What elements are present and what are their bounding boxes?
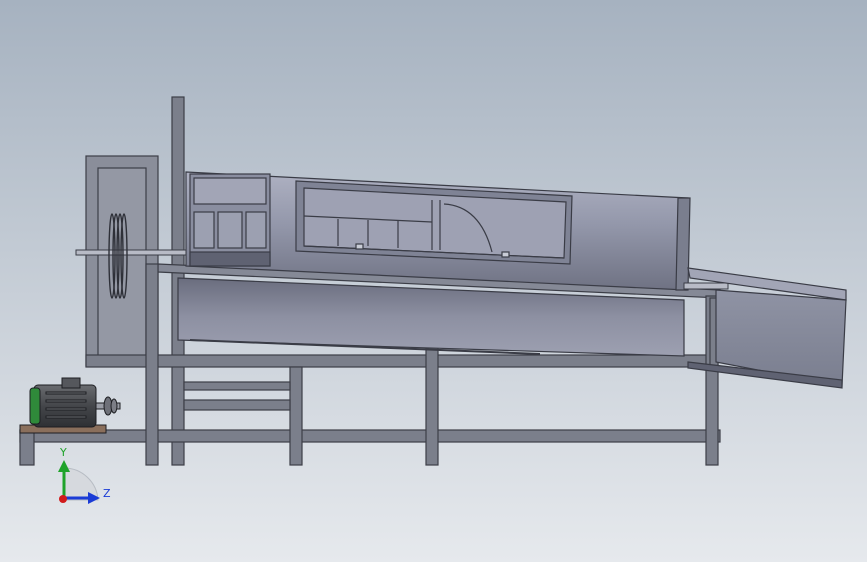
motor-housing [33, 384, 97, 428]
rear-shaft-end [683, 282, 729, 290]
window-latch-2 [501, 251, 510, 258]
feed-hopper-pane-3 [245, 211, 267, 249]
feed-hopper-pane-2 [217, 211, 243, 249]
cad-viewport[interactable]: Y Z [0, 0, 867, 562]
motor-fin-4 [45, 415, 87, 419]
rotary-drum [177, 171, 691, 357]
feed-hopper-base [189, 251, 271, 267]
frame-leg-1 [145, 263, 159, 466]
motor-terminal-box [61, 377, 81, 389]
ladder-rail [183, 381, 291, 391]
drum-end-ring [675, 197, 691, 291]
feed-hopper-pane-1 [193, 211, 215, 249]
motor-pulley-2 [110, 398, 118, 414]
frame-leg-2 [289, 366, 303, 466]
main-shaft [75, 249, 187, 256]
ladder-step [183, 399, 291, 411]
y-axis-label: Y [59, 446, 67, 459]
model-canvas[interactable]: Y Z [0, 0, 867, 562]
window-latch-1 [355, 243, 364, 250]
motor-fin-2 [45, 399, 87, 403]
lower-rail [19, 429, 721, 443]
motor-fan-cover [29, 387, 41, 425]
belt-guard-inner [97, 167, 147, 359]
motor-fin-1 [45, 391, 87, 395]
x-axis-point [59, 495, 67, 503]
motor-fin-3 [45, 407, 87, 411]
z-axis-label: Z [103, 487, 111, 500]
mid-rail [85, 354, 717, 368]
feed-hopper-top [193, 177, 267, 205]
motor-base-post [19, 429, 35, 466]
